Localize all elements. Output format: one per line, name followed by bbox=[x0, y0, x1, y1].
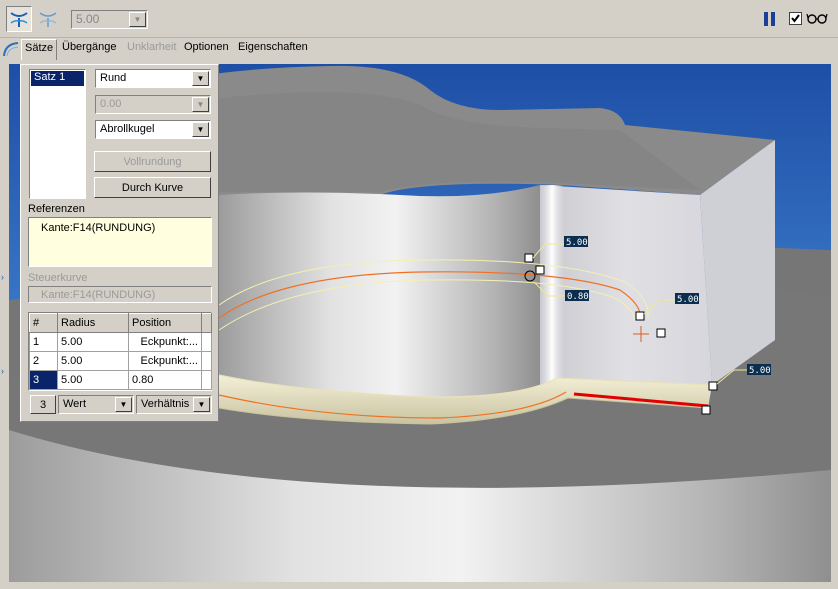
tab-uebergaenge[interactable]: Übergänge bbox=[62, 41, 116, 53]
ratio-select-value: Verhältnis bbox=[141, 398, 190, 410]
reference-item[interactable]: Kante:F14(RUNDUNG) bbox=[41, 222, 155, 234]
ratio-select[interactable]: Verhältnis ▼ bbox=[136, 395, 212, 414]
column-header: Radius bbox=[57, 313, 129, 333]
table-row[interactable]: 1 5.00 Eckpunkt:... bbox=[29, 332, 212, 352]
chevron-down-icon[interactable]: ▼ bbox=[192, 122, 209, 137]
shape-select[interactable]: Rund ▼ bbox=[95, 69, 211, 88]
row-position[interactable]: 0.80 bbox=[128, 370, 202, 390]
dimension-label: 5.00 bbox=[566, 238, 588, 248]
radius-table[interactable]: # Radius Position 1 5.00 Eckpunkt:... 2 … bbox=[28, 312, 212, 391]
checkbox-checked-icon[interactable] bbox=[789, 12, 802, 25]
row-number[interactable]: 1 bbox=[29, 332, 58, 352]
through-curve-button[interactable]: Durch Kurve bbox=[94, 177, 211, 198]
table-row[interactable]: 3 5.00 0.80 bbox=[29, 370, 212, 390]
tab-saetze[interactable]: Sätze bbox=[21, 39, 58, 60]
value-select-value: 0.00 bbox=[100, 98, 122, 110]
fillet-sets-panel: Satz 1 Rund ▼ 0.00 ▼ Abrollkugel ▼ Vollr… bbox=[20, 64, 219, 422]
tab-unklarheit: Unklarheit bbox=[127, 41, 177, 53]
column-header: Position bbox=[128, 313, 202, 333]
tab-optionen[interactable]: Optionen bbox=[184, 41, 229, 53]
point-count-button[interactable]: 3 bbox=[30, 395, 56, 414]
pause-icon[interactable] bbox=[763, 12, 777, 26]
dimension-label: 5.00 bbox=[749, 366, 771, 376]
expand-arrow-icon[interactable]: › bbox=[1, 272, 4, 282]
table-row[interactable]: 2 5.00 Eckpunkt:... bbox=[29, 351, 212, 371]
guide-curve-label: Steuerkurve bbox=[28, 272, 88, 284]
row-number[interactable]: 2 bbox=[29, 351, 58, 371]
transition-mode-icon[interactable] bbox=[35, 6, 61, 32]
tab-eigenschaften[interactable]: Eigenschaften bbox=[238, 41, 308, 53]
guide-curve-value: Kante:F14(RUNDUNG) bbox=[41, 289, 156, 301]
chevron-down-icon: ▼ bbox=[192, 97, 209, 112]
row-position[interactable]: Eckpunkt:... bbox=[128, 351, 202, 371]
mode-select-value: Wert bbox=[63, 398, 87, 410]
toolbar: 5.00 ▼ bbox=[0, 0, 838, 38]
shape-select-value: Rund bbox=[100, 72, 127, 84]
value-select: 0.00 ▼ bbox=[95, 95, 211, 114]
right-dock-strip bbox=[831, 64, 838, 582]
dimension-label: 5.00 bbox=[677, 295, 699, 305]
radius-value: 5.00 bbox=[76, 12, 100, 26]
expand-arrow-icon[interactable]: › bbox=[1, 366, 4, 376]
row-radius[interactable]: 5.00 bbox=[57, 332, 129, 352]
row-spacer bbox=[201, 332, 212, 352]
set-item[interactable]: Satz 1 bbox=[31, 71, 84, 86]
guide-curve-field: Kante:F14(RUNDUNG) bbox=[28, 286, 212, 303]
tab-bar: Sätze Übergänge Unklarheit Optionen Eige… bbox=[0, 38, 838, 60]
set-mode-icon[interactable] bbox=[6, 6, 32, 32]
table-header: # Radius Position bbox=[29, 313, 212, 333]
references-collector[interactable]: Kante:F14(RUNDUNG) bbox=[28, 217, 212, 267]
chevron-down-icon[interactable]: ▼ bbox=[193, 397, 210, 412]
method-select-value: Abrollkugel bbox=[100, 123, 155, 135]
left-dock-strip: › › bbox=[0, 60, 9, 582]
chevron-down-icon[interactable]: ▼ bbox=[115, 397, 132, 412]
glasses-icon[interactable] bbox=[806, 11, 828, 25]
chevron-down-icon[interactable]: ▼ bbox=[192, 71, 209, 86]
row-radius[interactable]: 5.00 bbox=[57, 370, 129, 390]
bottom-bar bbox=[0, 582, 838, 589]
row-position[interactable]: Eckpunkt:... bbox=[128, 332, 202, 352]
references-label: Referenzen bbox=[28, 203, 85, 215]
sets-list[interactable]: Satz 1 bbox=[29, 69, 86, 199]
row-radius[interactable]: 5.00 bbox=[57, 351, 129, 371]
column-header: # bbox=[29, 313, 58, 333]
full-round-button: Vollrundung bbox=[94, 151, 211, 172]
mode-select[interactable]: Wert ▼ bbox=[58, 395, 134, 414]
row-number[interactable]: 3 bbox=[29, 370, 58, 390]
row-spacer bbox=[201, 351, 212, 371]
dimension-label: 0.80 bbox=[567, 292, 589, 302]
method-select[interactable]: Abrollkugel ▼ bbox=[95, 120, 211, 139]
fillet-tool-icon[interactable] bbox=[2, 40, 20, 58]
radius-value-combo: 5.00 ▼ bbox=[71, 10, 148, 29]
column-header-spacer bbox=[201, 313, 212, 333]
row-spacer bbox=[201, 370, 212, 390]
chevron-down-icon: ▼ bbox=[129, 12, 146, 27]
